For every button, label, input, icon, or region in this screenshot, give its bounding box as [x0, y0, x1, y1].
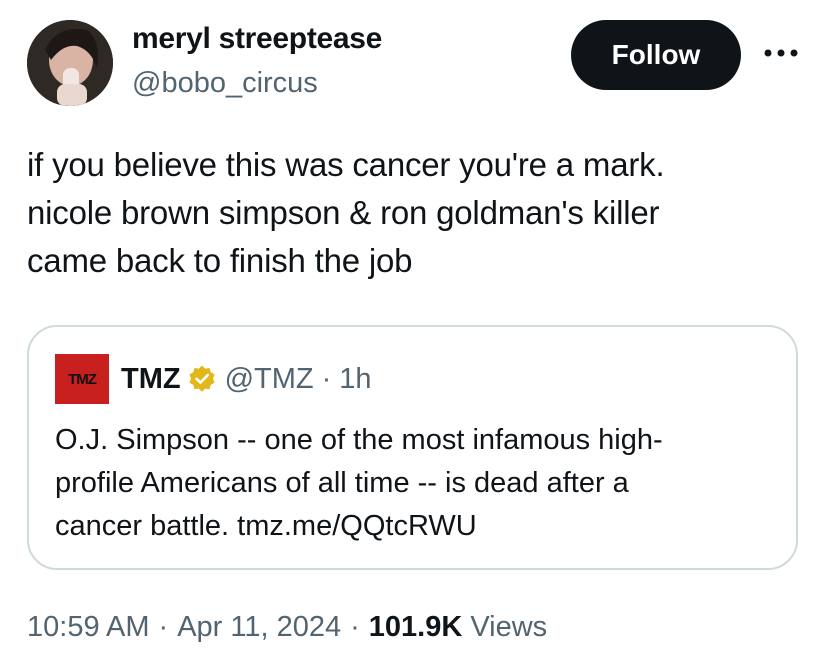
author-handle[interactable]: @bobo_circus [132, 67, 318, 100]
tweet-text-line: if you believe this was cancer you're a … [27, 146, 665, 183]
quoted-author-name[interactable]: TMZ [121, 363, 181, 396]
separator-dot: · [321, 362, 332, 395]
quoted-tweet-card[interactable]: TMZ TMZ @TMZ · 1h O.J. Simpson -- one of… [27, 325, 798, 570]
tweet-text-line: came back to finish the job [27, 242, 413, 279]
quoted-text-line: profile Americans of all time -- is dead… [55, 467, 629, 499]
views-label[interactable]: Views [470, 611, 547, 644]
quoted-tweet-time[interactable]: 1h [339, 363, 371, 396]
quoted-tweet-text: O.J. Simpson -- one of the most infamous… [55, 419, 785, 548]
views-count[interactable]: 101.9K [369, 611, 463, 644]
verified-badge-icon [188, 365, 215, 392]
author-display-name[interactable]: meryl streeptease [132, 22, 382, 56]
more-horizontal-icon[interactable] [764, 48, 798, 58]
follow-button[interactable]: Follow [571, 20, 741, 90]
quoted-text-line[interactable]: cancer battle. tmz.me/QQtcRWU [55, 505, 785, 548]
quoted-tweet-header: TMZ @TMZ · 1h [121, 361, 372, 397]
quoted-author-handle[interactable]: @TMZ [225, 363, 314, 396]
tmz-logo[interactable]: TMZ [55, 354, 109, 404]
avatar[interactable] [27, 20, 113, 106]
tweet-meta: 10:59 AM · Apr 11, 2024 · 101.9K Views [27, 611, 547, 644]
quoted-text-line: O.J. Simpson -- one of the most infamous… [55, 424, 663, 456]
tweet-time[interactable]: 10:59 AM [27, 611, 150, 644]
avatar-image [27, 20, 113, 106]
tweet-text: if you believe this was cancer you're a … [27, 141, 807, 285]
tweet-text-line: nicole brown simpson & ron goldman's kil… [27, 194, 660, 231]
separator-dot: · [350, 611, 360, 643]
separator-dot: · [158, 611, 169, 643]
tweet-date[interactable]: Apr 11, 2024 [177, 611, 341, 644]
